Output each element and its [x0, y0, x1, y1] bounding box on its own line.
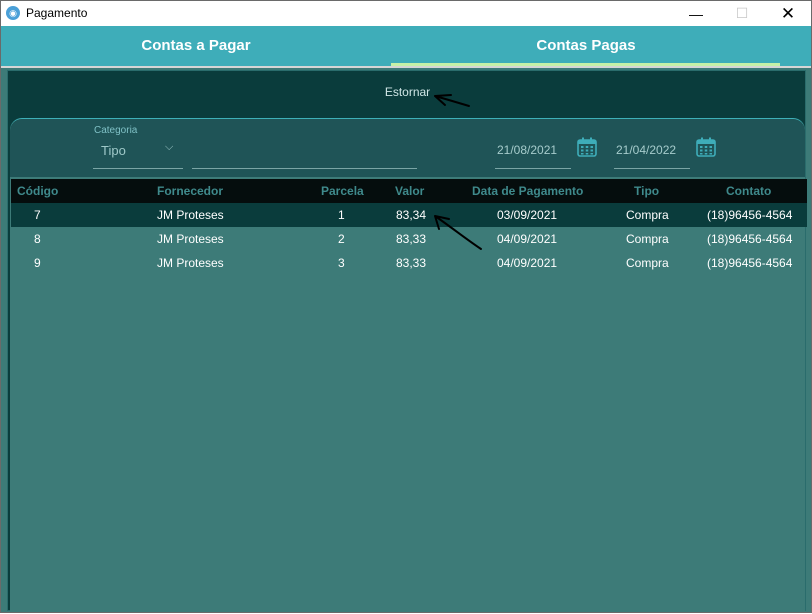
calendar-icon[interactable] [696, 137, 716, 157]
cell-contato: (18)96456-4564 [707, 208, 793, 222]
cell-valor: 83,33 [396, 256, 427, 270]
column-header-tipo[interactable]: Tipo [634, 184, 659, 198]
category-value: Tipo [101, 143, 126, 158]
table-row[interactable]: 7 JM Proteses 1 83,34 03/09/2021 Compra … [11, 203, 807, 227]
cell-parcela: 2 [338, 232, 345, 246]
title-bar: ◉ Pagamento — ☐ ✕ [1, 1, 811, 26]
cell-data: 04/09/2021 [497, 256, 558, 270]
cell-tipo: Compra [626, 232, 669, 246]
column-header-codigo[interactable]: Código [17, 184, 58, 198]
active-tab-indicator [391, 63, 780, 66]
cell-valor: 83,34 [396, 208, 427, 222]
cell-codigo: 8 [34, 232, 41, 246]
maximize-button[interactable]: ☐ [719, 1, 765, 26]
cell-fornecedor: JM Proteses [157, 256, 224, 270]
cell-data: 03/09/2021 [497, 208, 558, 222]
close-button[interactable]: ✕ [765, 1, 811, 26]
search-input[interactable] [192, 139, 417, 169]
estornar-button[interactable]: Estornar [8, 85, 807, 99]
start-date-field[interactable]: 21/08/2021 [495, 139, 571, 169]
column-header-data[interactable]: Data de Pagamento [472, 184, 583, 198]
calendar-icon[interactable] [577, 137, 597, 157]
cell-contato: (18)96456-4564 [707, 232, 793, 246]
category-select[interactable]: Tipo ⌵ [93, 139, 183, 169]
cell-contato: (18)96456-4564 [707, 256, 793, 270]
cell-fornecedor: JM Proteses [157, 208, 224, 222]
cell-tipo: Compra [626, 208, 669, 222]
column-header-parcela[interactable]: Parcela [321, 184, 364, 198]
app-logo-icon: ◉ [6, 6, 20, 20]
cell-valor: 83,33 [396, 232, 427, 246]
cell-codigo: 7 [34, 208, 41, 222]
tab-bar-divider [1, 66, 811, 68]
minimize-button[interactable]: — [673, 1, 719, 26]
cell-parcela: 1 [338, 208, 345, 222]
table-row[interactable]: 9 JM Proteses 3 83,33 04/09/2021 Compra … [11, 251, 807, 275]
cell-fornecedor: JM Proteses [157, 232, 224, 246]
filter-bar: Categoria Tipo ⌵ 21/08/2021 21/04/2022 [10, 119, 805, 177]
category-label: Categoria [94, 125, 138, 136]
table-row[interactable]: 8 JM Proteses 2 83,33 04/09/2021 Compra … [11, 227, 807, 251]
tab-contas-pagas[interactable]: Contas Pagas [391, 26, 781, 68]
chevron-down-icon: ⌵ [165, 141, 174, 153]
end-date-field[interactable]: 21/04/2022 [614, 139, 690, 169]
window-title: Pagamento [26, 6, 88, 20]
column-header-contato[interactable]: Contato [726, 184, 771, 198]
cell-parcela: 3 [338, 256, 345, 270]
tab-bar: Contas a Pagar Contas Pagas [1, 26, 811, 68]
contas-pagas-panel: Estornar Categoria Tipo ⌵ 21/08/2021 21/… [7, 70, 807, 612]
cell-tipo: Compra [626, 256, 669, 270]
column-header-valor[interactable]: Valor [395, 184, 424, 198]
cell-data: 04/09/2021 [497, 232, 558, 246]
column-header-fornecedor[interactable]: Fornecedor [157, 184, 223, 198]
cell-codigo: 9 [34, 256, 41, 270]
tab-contas-a-pagar[interactable]: Contas a Pagar [1, 26, 391, 68]
payment-window: ◉ Pagamento — ☐ ✕ Contas a Pagar Contas … [0, 0, 812, 613]
table-header: Código Fornecedor Parcela Valor Data de … [11, 179, 807, 203]
